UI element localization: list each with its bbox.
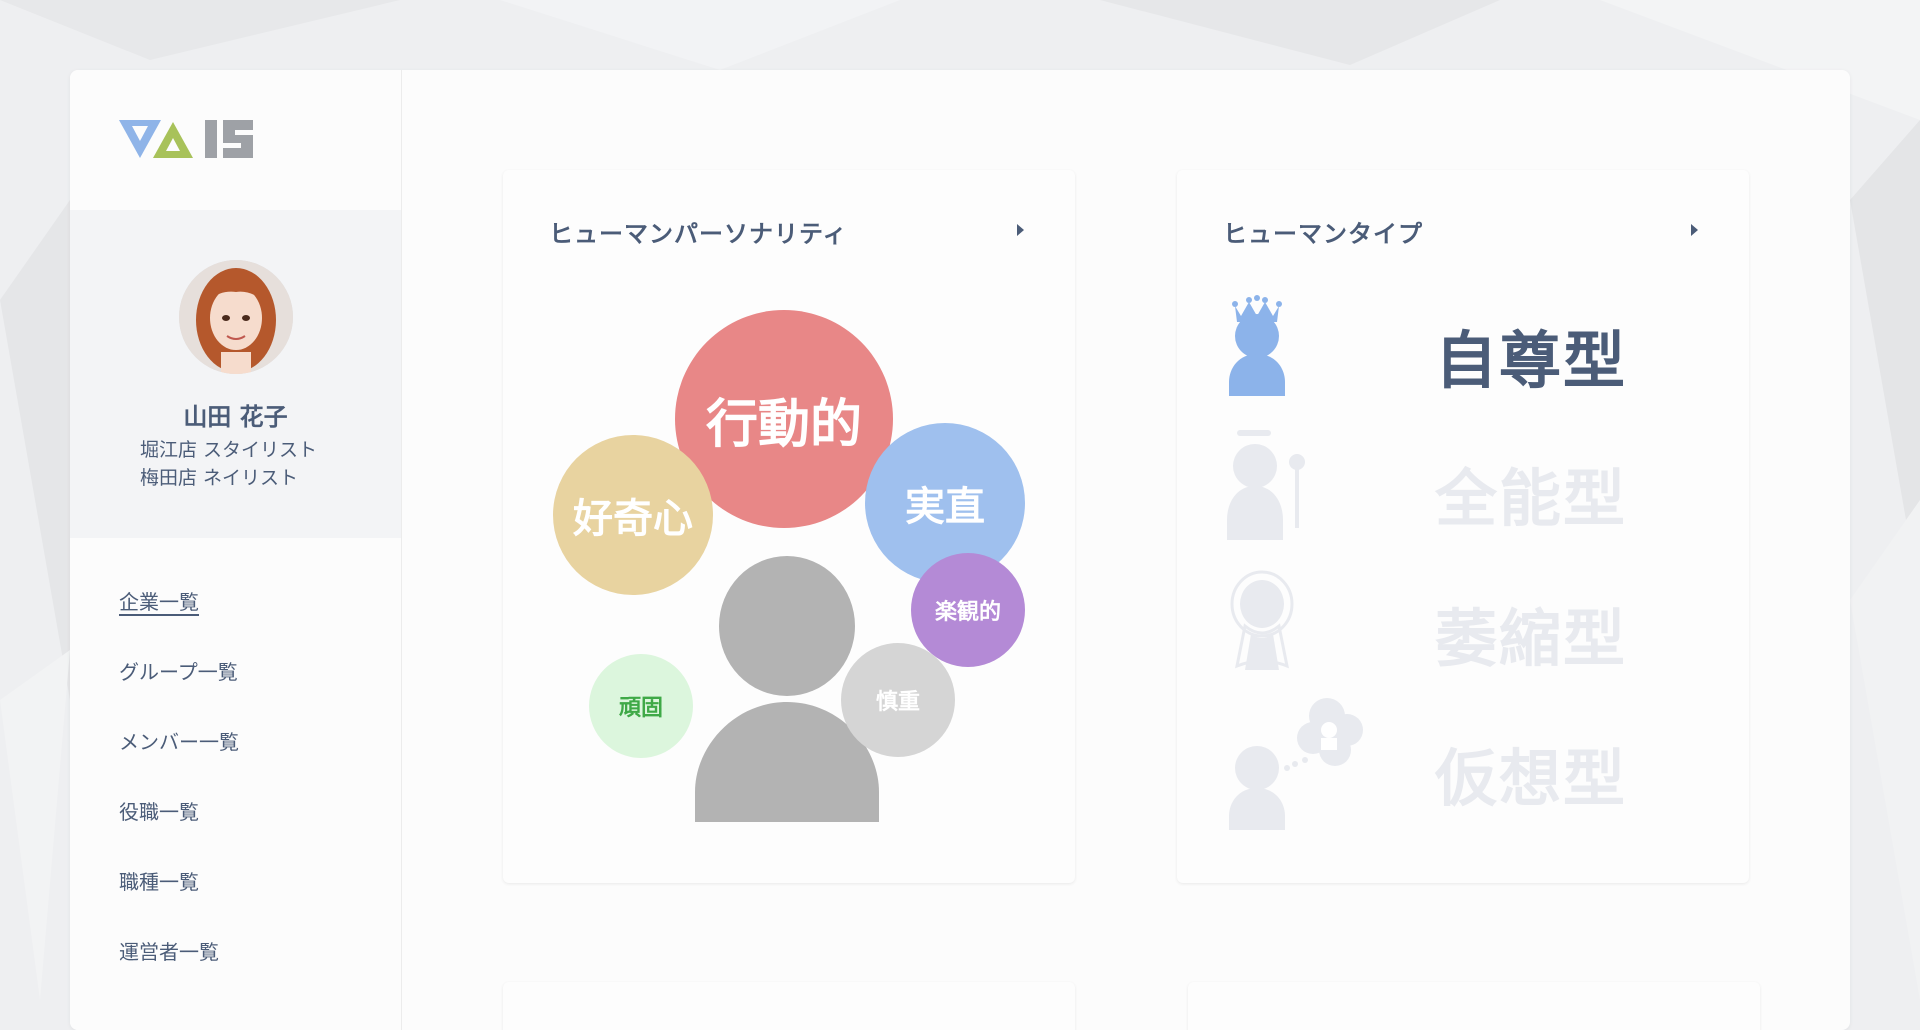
nav-item-job-types[interactable]: 職種一覧	[119, 866, 239, 936]
user-role: 堀江店 スタイリスト	[140, 439, 318, 461]
halo-staff-person-icon	[1227, 430, 1305, 540]
trait-label: 実直	[905, 484, 985, 530]
nav-item-groups[interactable]: グループ一覧	[119, 656, 239, 726]
type-label: 萎縮型	[1435, 602, 1628, 675]
sidebar-nav: 企業一覧 グループ一覧 メンバー一覧 役職一覧 職種一覧 運営者一覧	[119, 586, 239, 1006]
dreaming-person-icon	[1229, 698, 1363, 830]
nav-item-label[interactable]: 役職一覧	[119, 800, 199, 824]
card-title: ヒューマンタイプ	[1223, 220, 1423, 248]
trait-label: 慎重	[875, 690, 920, 715]
shrinking-person-icon	[1230, 570, 1294, 670]
type-label: 仮想型	[1435, 742, 1628, 815]
chevron-right-icon[interactable]	[1017, 224, 1024, 236]
nav-item-operators[interactable]: 運営者一覧	[119, 936, 239, 1006]
chevron-right-icon[interactable]	[1691, 224, 1698, 236]
nav-item-members[interactable]: メンバー一覧	[119, 726, 239, 796]
trait-bubble-stubborn: 頑固	[589, 654, 693, 758]
trait-bubble-curious: 好奇心	[553, 435, 713, 595]
nav-item-label[interactable]: 企業一覧	[119, 590, 199, 614]
trait-bubble-optimistic: 楽観的	[911, 553, 1025, 667]
sidebar: 山田 花子 堀江店 スタイリスト 梅田店 ネイリスト 企業一覧 グループ一覧 メ…	[70, 70, 402, 1030]
user-role: 梅田店 ネイリスト	[140, 467, 299, 489]
human-personality-card: ヒューマンパーソナリティ 行動的 好奇心 実直 楽観的 慎重 頑固	[503, 170, 1075, 883]
trait-label: 楽観的	[934, 600, 1001, 625]
type-label-active: 自尊型	[1435, 324, 1628, 397]
nav-item-label[interactable]: グループ一覧	[119, 660, 238, 684]
vais-logo[interactable]	[119, 118, 255, 162]
card-partial	[1188, 982, 1760, 1030]
card-partial	[503, 982, 1075, 1030]
user-name: 山田 花子	[183, 403, 288, 431]
app-window: 山田 花子 堀江店 スタイリスト 梅田店 ネイリスト 企業一覧 グループ一覧 メ…	[70, 70, 1850, 1030]
avatar[interactable]	[179, 260, 293, 374]
crown-person-icon	[1229, 295, 1285, 396]
trait-label: 行動的	[705, 394, 862, 455]
nav-item-label[interactable]: 職種一覧	[119, 870, 199, 894]
user-profile: 山田 花子 堀江店 スタイリスト 梅田店 ネイリスト	[70, 210, 401, 538]
nav-item-companies[interactable]: 企業一覧	[119, 586, 239, 656]
human-type-card: ヒューマンタイプ 自尊型 全能型 萎縮型 仮想型	[1177, 170, 1749, 883]
trait-label: 好奇心	[573, 496, 693, 542]
trait-bubble-careful: 慎重	[841, 643, 955, 757]
trait-label: 頑固	[618, 696, 663, 721]
card-title: ヒューマンパーソナリティ	[549, 220, 848, 248]
nav-item-label[interactable]: 運営者一覧	[119, 940, 219, 964]
type-label: 全能型	[1435, 462, 1628, 535]
nav-item-label[interactable]: メンバー一覧	[119, 730, 239, 754]
nav-item-positions[interactable]: 役職一覧	[119, 796, 239, 866]
